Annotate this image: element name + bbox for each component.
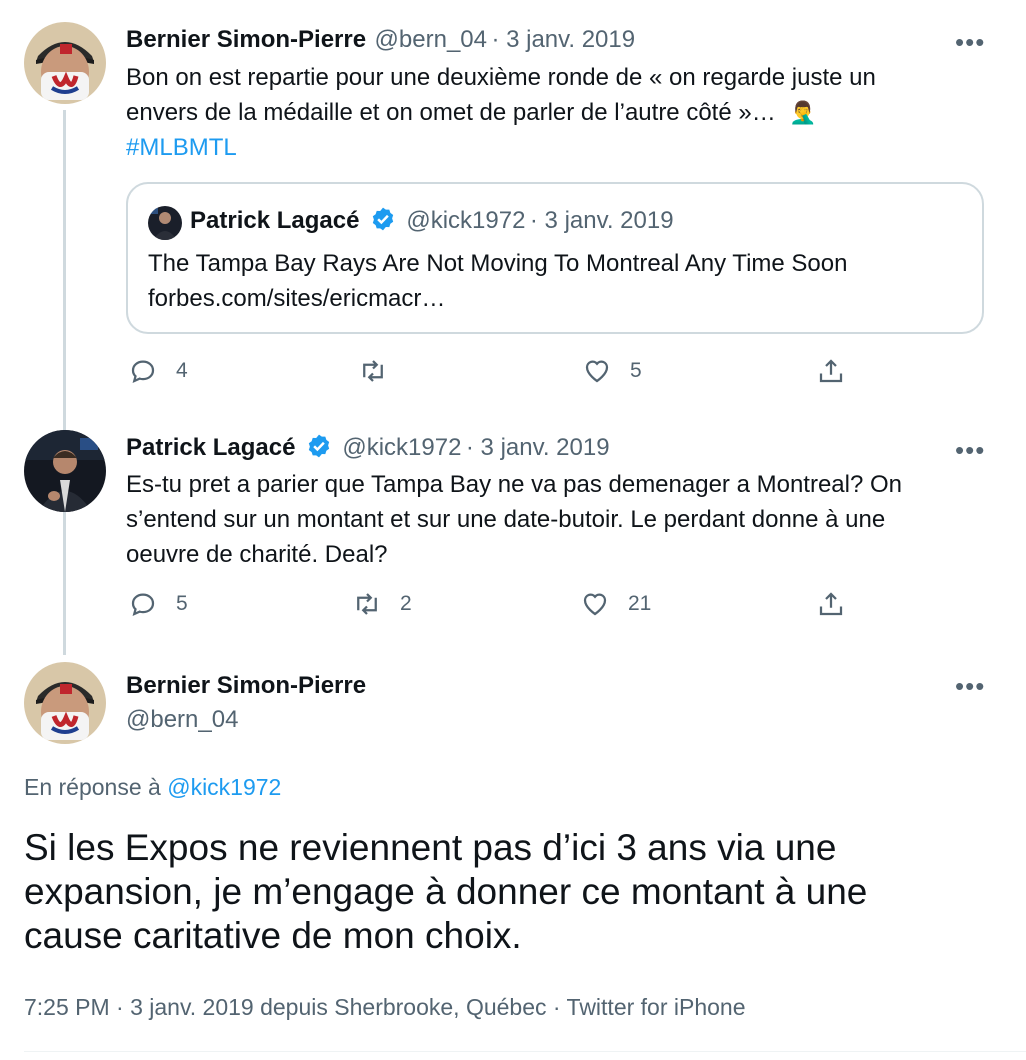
facepalm-emoji: 🤦‍♂️ <box>789 100 817 125</box>
tweet-meta[interactable]: 7:25 PM · 3 janv. 2019 depuis Sherbrooke… <box>24 994 746 1021</box>
tweet-date[interactable]: · 3 janv. 2019 <box>491 26 635 53</box>
retweet-button[interactable]: 2 <box>352 589 412 619</box>
avatar[interactable] <box>24 662 106 744</box>
tweet-text-line: envers de la médaille et on omet de parl… <box>126 99 776 126</box>
share-button[interactable] <box>816 356 846 386</box>
quote-author-handle: @kick1972 <box>406 207 526 234</box>
like-count: 5 <box>630 359 642 382</box>
tweet-text-line: cause caritative de mon choix. <box>24 915 522 956</box>
reply-icon <box>131 360 155 383</box>
more-options-icon[interactable]: ••• <box>955 29 985 55</box>
tweet-actions: 4 5 <box>126 356 986 396</box>
tweet-header: Bernier Simon-Pierre @bern_04 · 3 janv. … <box>126 26 635 54</box>
tweet-text: Bon on est repartie pour une deuxième ro… <box>126 60 986 165</box>
heart-icon <box>585 360 609 383</box>
reply-button[interactable]: 4 <box>128 356 188 386</box>
share-icon <box>819 359 843 383</box>
tweet-text-line: s’entend sur un montant et sur une date-… <box>126 506 886 533</box>
tweet-text-line: oeuvre de charité. Deal? <box>126 541 388 568</box>
reply-button[interactable]: 5 <box>128 589 188 619</box>
quoted-tweet[interactable]: Patrick Lagacé @kick1972 · 3 janv. 2019 … <box>126 182 984 334</box>
quote-header: Patrick Lagacé @kick1972 · 3 janv. 2019 <box>190 206 674 235</box>
quote-author-name: Patrick Lagacé <box>190 207 360 234</box>
share-button[interactable] <box>816 589 846 619</box>
like-button[interactable]: 21 <box>580 589 651 619</box>
tweet-date[interactable]: · 3 janv. 2019 <box>466 434 610 461</box>
verified-badge-icon <box>372 207 394 231</box>
tweet-text-line: expansion, je m’engage à donner ce monta… <box>24 871 868 912</box>
retweet-icon <box>363 360 383 382</box>
tweet-text-line: Es-tu pret a parier que Tampa Bay ne va … <box>126 471 903 498</box>
reply-prefix: En réponse à <box>24 774 161 800</box>
author-handle[interactable]: @bern_04 <box>375 26 487 53</box>
quote-date: · 3 janv. 2019 <box>529 207 674 234</box>
like-button[interactable]: 5 <box>582 356 642 386</box>
avatar[interactable] <box>24 22 106 104</box>
tweet-text-line: Si les Expos ne reviennent pas d’ici 3 a… <box>24 827 837 868</box>
verified-badge-icon <box>308 434 330 458</box>
author-name[interactable]: Bernier Simon-Pierre <box>126 672 366 700</box>
reply-count: 4 <box>176 359 188 382</box>
divider <box>24 1051 1026 1052</box>
quote-avatar <box>148 206 182 240</box>
author-handle[interactable]: @bern_04 <box>126 706 238 734</box>
main-tweet-text: Si les Expos ne reviennent pas d’ici 3 a… <box>24 826 1004 958</box>
retweet-count: 2 <box>400 592 412 615</box>
retweet-icon <box>357 593 377 615</box>
retweet-button[interactable] <box>358 356 406 386</box>
avatar[interactable] <box>24 430 106 512</box>
reply-context: En réponse à @kick1972 <box>24 774 281 801</box>
quote-link: forbes.com/sites/ericmacr… <box>148 285 446 312</box>
author-name[interactable]: Bernier Simon-Pierre <box>126 26 366 53</box>
reply-count: 5 <box>176 592 188 615</box>
more-options-icon[interactable]: ••• <box>955 673 985 699</box>
share-icon <box>819 592 843 616</box>
reply-icon <box>131 593 155 616</box>
more-options-icon[interactable]: ••• <box>955 437 985 463</box>
quote-text: The Tampa Bay Rays Are Not Moving To Mon… <box>148 246 847 316</box>
tweet-header: Patrick Lagacé @kick1972 · 3 janv. 2019 <box>126 433 610 462</box>
thread-line <box>63 110 66 655</box>
tweet-text-line: Bon on est repartie pour une deuxième ro… <box>126 64 876 91</box>
like-count: 21 <box>628 592 652 615</box>
quote-title: The Tampa Bay Rays Are Not Moving To Mon… <box>148 250 848 277</box>
tweet-text: Es-tu pret a parier que Tampa Bay ne va … <box>126 467 986 572</box>
reply-to-link[interactable]: @kick1972 <box>167 774 281 800</box>
hashtag-link[interactable]: #MLBMTL <box>126 130 986 165</box>
author-name[interactable]: Patrick Lagacé <box>126 434 295 461</box>
heart-icon <box>583 593 607 616</box>
author-handle[interactable]: @kick1972 <box>342 434 461 461</box>
tweet-actions: 5 2 21 <box>126 589 986 629</box>
